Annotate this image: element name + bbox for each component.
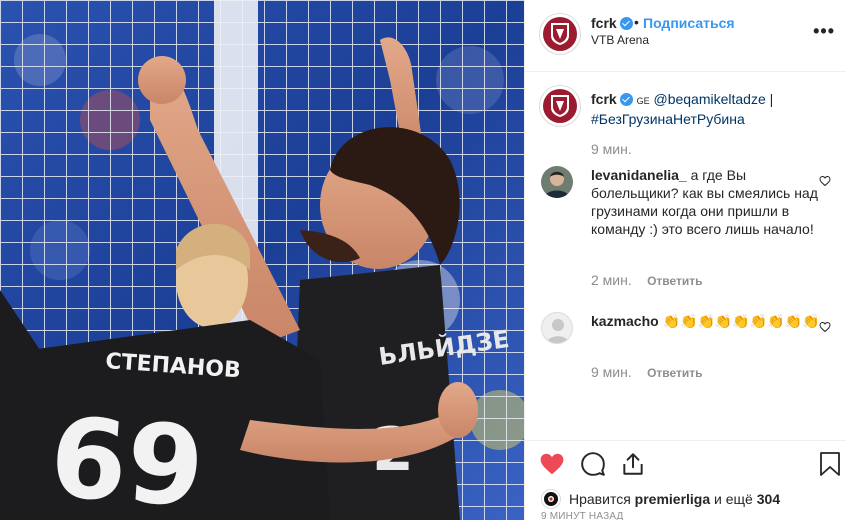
comment-icon[interactable] — [580, 451, 606, 477]
mention-link[interactable]: @beqamikeltadze — [653, 91, 765, 107]
georgia-flag: GE — [636, 96, 650, 106]
comment-time: 2 мин. — [591, 272, 632, 288]
hashtag-link[interactable]: #БезГрузинаНетРубина — [591, 111, 745, 127]
caption-text: fcrk GE @beqamikeltadze | #БезГрузинаНет… — [591, 90, 831, 128]
comment-text: levanidanelia_ а где Вы болельщики? как … — [591, 166, 821, 238]
comment-meta: 9 мин. Ответить — [591, 364, 703, 380]
comment-like-heart-icon[interactable] — [819, 175, 831, 187]
rubin-logo-icon — [543, 89, 577, 123]
location-link[interactable]: VTB Arena — [591, 33, 649, 47]
post-side-panel: fcrk • Подписаться VTB Arena ••• fcrk GE… — [524, 0, 846, 520]
verified-badge-icon — [619, 93, 633, 106]
comment-username[interactable]: levanidanelia_ — [591, 167, 687, 183]
heart-filled-icon[interactable] — [539, 451, 565, 477]
share-icon[interactable] — [620, 451, 646, 477]
more-horizontal-icon[interactable]: ••• — [813, 21, 835, 42]
post-photo[interactable]: ЬЛЬЙДЗЕ 2 СТЕПАНОВ 69 — [0, 0, 524, 520]
caption-time: 9 мин. — [591, 141, 632, 157]
comment-time: 9 мин. — [591, 364, 632, 380]
jersey-number: 69 — [46, 393, 208, 520]
username-text[interactable]: fcrk — [591, 15, 617, 31]
comment-body: 👏👏👏👏👏👏👏👏👏 — [662, 313, 820, 329]
comment-avatar[interactable] — [541, 166, 573, 198]
follow-button[interactable]: Подписаться — [643, 15, 735, 31]
default-avatar-icon[interactable] — [541, 312, 573, 344]
likes-user[interactable]: premierliga — [635, 491, 710, 507]
caption-username[interactable]: fcrk — [591, 91, 617, 107]
reply-button[interactable]: Ответить — [647, 366, 702, 380]
profile-avatar[interactable] — [539, 13, 581, 55]
likes-prefix: Нравится — [569, 491, 631, 507]
post-timestamp: 9 МИНУТ НАЗАД — [541, 511, 624, 520]
caption-avatar[interactable] — [539, 85, 581, 127]
separator-dot: • — [634, 14, 639, 30]
likes-summary: Нравится premierliga и ещё 304 — [541, 489, 780, 509]
comment-like-heart-icon[interactable] — [819, 321, 831, 333]
post-header: fcrk • Подписаться VTB Arena ••• — [525, 0, 846, 72]
bookmark-icon[interactable] — [819, 451, 841, 477]
likes-count[interactable]: 304 — [757, 491, 780, 507]
post-username[interactable]: fcrk — [591, 15, 633, 31]
comment-text: kazmacho 👏👏👏👏👏👏👏👏👏 — [591, 312, 821, 330]
rubin-logo-icon — [543, 17, 577, 51]
comment-username[interactable]: kazmacho — [591, 313, 659, 329]
comment-meta: 2 мин. Ответить — [591, 272, 703, 288]
likes-middle: и ещё — [714, 491, 753, 507]
caption-divider: | — [769, 91, 774, 107]
premierliga-avatar[interactable] — [541, 489, 561, 509]
reply-button[interactable]: Ответить — [647, 274, 702, 288]
post-actions: Нравится premierliga и ещё 304 — [525, 440, 846, 520]
verified-badge-icon — [619, 17, 633, 30]
